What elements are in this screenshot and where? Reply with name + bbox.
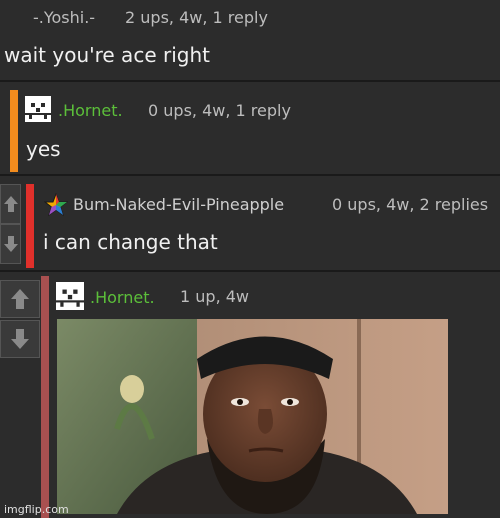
arrow-up-icon: [3, 196, 18, 212]
comment-pineapple: Bum-Naked-Evil-Pineapple 0 ups, 4w, 2 re…: [0, 176, 500, 270]
watermark: imgflip.com: [4, 503, 69, 516]
comment-meta: 1 up, 4w: [180, 287, 249, 306]
comment-username[interactable]: .Hornet.: [58, 101, 123, 120]
nesting-bar: [10, 90, 18, 172]
downvote-button[interactable]: [0, 320, 40, 358]
comment-text: wait you're ace right: [4, 43, 210, 67]
arrow-down-icon: [3, 236, 18, 252]
comment-text: i can change that: [43, 230, 218, 254]
comment-username[interactable]: Bum-Naked-Evil-Pineapple: [73, 195, 284, 214]
comment-username[interactable]: -.Yoshi.-: [33, 8, 95, 27]
comment-username[interactable]: .Hornet.: [90, 288, 155, 307]
star-avatar-icon: [44, 193, 68, 217]
nesting-bar: [41, 276, 49, 518]
nesting-bar: [26, 184, 34, 268]
pixel-face-avatar-icon: [56, 282, 84, 310]
arrow-up-icon: [11, 289, 29, 309]
upvote-button[interactable]: [0, 184, 21, 224]
comment-yoshi: -.Yoshi.- 2 ups, 4w, 1 reply wait you're…: [0, 0, 500, 80]
comment-text: yes: [26, 137, 61, 161]
pixel-face-avatar-icon: [25, 96, 51, 122]
comment-meta: 0 ups, 4w, 2 replies: [332, 195, 489, 214]
arrow-down-icon: [11, 329, 29, 349]
comment-image[interactable]: [57, 319, 448, 514]
downvote-button[interactable]: [0, 224, 21, 264]
comment-meta: 0 ups, 4w, 1 reply: [148, 101, 291, 120]
upvote-button[interactable]: [0, 280, 40, 318]
comment-meta: 2 ups, 4w, 1 reply: [125, 8, 268, 27]
comment-hornet-2: .Hornet. 1 up, 4w: [0, 272, 500, 518]
comment-hornet-1: .Hornet. 0 ups, 4w, 1 reply yes: [0, 82, 500, 174]
